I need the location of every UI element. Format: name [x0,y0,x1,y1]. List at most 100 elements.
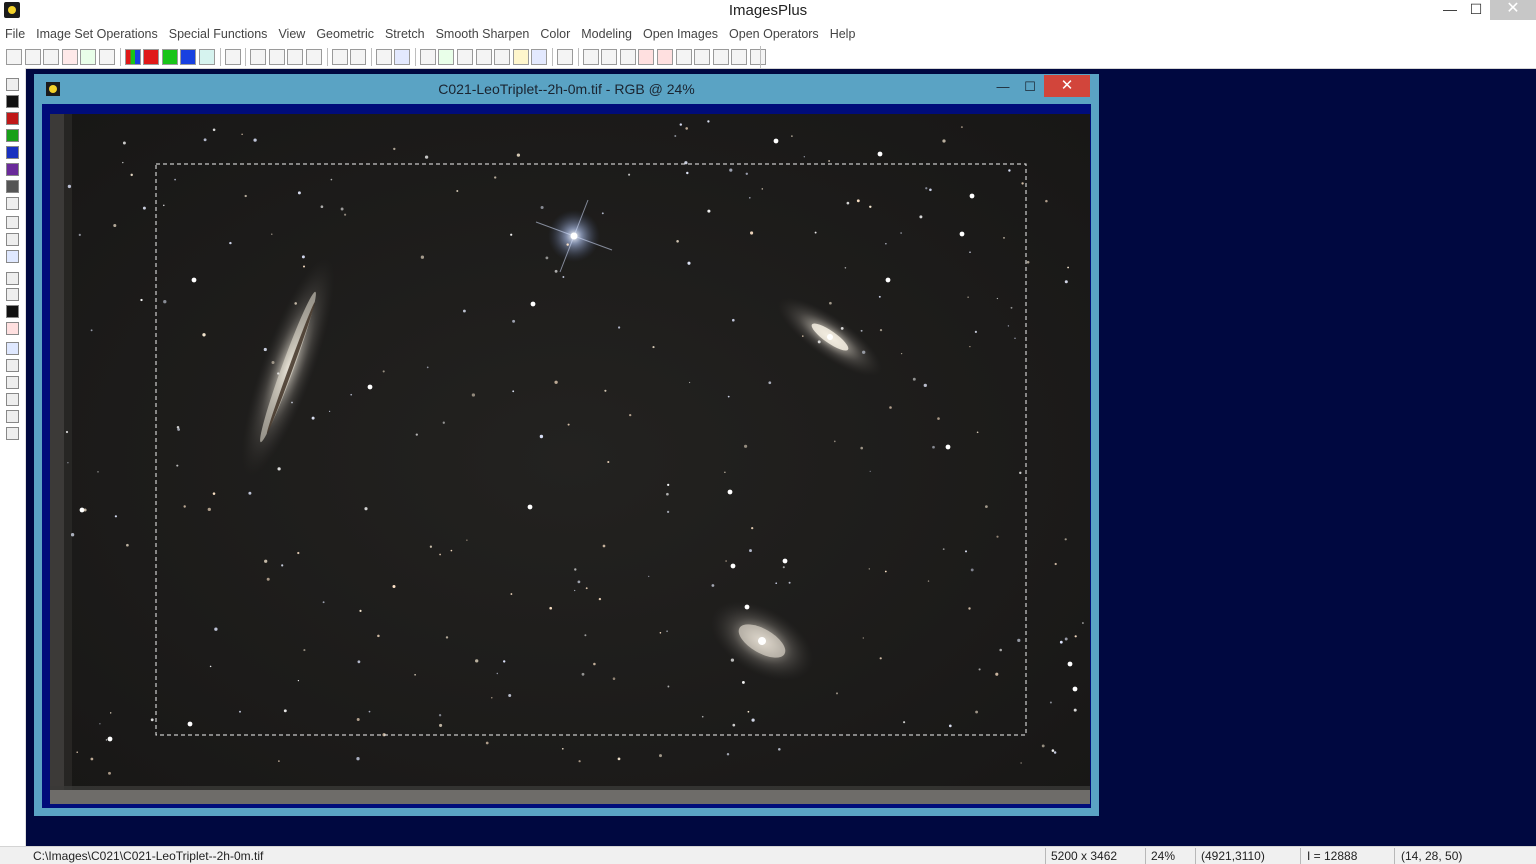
menu-file[interactable]: File [5,27,25,41]
up-arrow-icon[interactable] [6,359,19,372]
save-icon[interactable] [43,49,60,65]
undo-icon[interactable] [224,49,241,65]
star [974,330,978,334]
zoom-in-icon[interactable] [601,49,618,65]
red-black-icon[interactable] [6,112,19,125]
select-r-icon[interactable] [6,322,19,335]
star [959,231,965,237]
star [209,665,212,668]
redo-red-icon[interactable] [287,49,304,65]
gradient-icon[interactable] [6,233,19,246]
red-blue-icon[interactable] [6,163,19,176]
menu-smooth-sharpen[interactable]: Smooth Sharpen [436,27,530,41]
close-green-x-icon[interactable] [80,49,97,65]
frame-icon-3[interactable] [712,49,729,65]
print-icon[interactable] [98,49,115,65]
right-arrow-icon[interactable] [6,376,19,389]
star [344,213,347,216]
red-channel-icon[interactable] [143,49,160,65]
star [429,545,433,548]
rotate-right-icon[interactable] [6,410,19,423]
zoom-plus-icon[interactable] [638,49,655,65]
table-icon[interactable] [531,49,548,65]
open-folder-icon[interactable] [24,49,41,65]
black-icon[interactable] [6,95,19,108]
redo-disabled-icon[interactable] [250,49,267,65]
star [969,345,971,348]
columns-icon[interactable] [6,288,19,301]
blue-channel-icon[interactable] [180,49,197,65]
crop-icon[interactable] [6,272,19,285]
image-window-title-bar[interactable]: C021-LeoTriplet--2h-0m.tif - RGB @ 24% —… [34,74,1099,104]
menu-view[interactable]: View [278,27,305,41]
dotted-line-icon[interactable] [350,49,367,65]
astro-image-canvas[interactable] [50,114,1090,804]
circle-select-icon[interactable] [305,49,322,65]
menu-special-functions[interactable]: Special Functions [169,27,268,41]
crosshair-icon[interactable] [457,49,474,65]
copy-icon[interactable] [6,427,19,440]
zoom-icon[interactable] [557,49,574,65]
frame-small-icon[interactable] [749,49,766,65]
undo-red-icon[interactable] [268,49,285,65]
histogram-icon[interactable] [394,49,411,65]
gray-black-icon[interactable] [6,180,19,193]
star [1064,280,1068,284]
star [884,570,887,573]
move-icon[interactable] [6,342,19,355]
minimize-button[interactable]: — [1436,0,1464,20]
frame-icon-2[interactable] [694,49,711,65]
image-maximize-button[interactable]: ☐ [1017,78,1043,98]
add-plus-icon[interactable] [438,49,455,65]
menu-stretch[interactable]: Stretch [385,27,425,41]
image-info-icon[interactable] [198,49,215,65]
zoom-minus-icon[interactable] [657,49,673,65]
star [426,366,429,369]
new-file-icon[interactable] [6,49,22,65]
menu-open-images[interactable]: Open Images [643,27,718,41]
zoom-out-icon[interactable] [582,49,599,65]
star [510,593,513,595]
green-channel-icon[interactable] [161,49,178,65]
black-bar-icon[interactable] [6,305,19,318]
close-button[interactable]: ✕ [1490,0,1536,20]
rotate-left-icon[interactable] [6,393,19,406]
close-red-x-icon[interactable] [61,49,78,65]
star-icon[interactable] [6,250,19,263]
status-divider [1195,848,1196,864]
save-icon[interactable] [6,78,19,91]
status-intensity: I = 12888 [1307,849,1358,863]
menu-color[interactable]: Color [540,27,570,41]
star [202,333,206,337]
menu-image-set-operations[interactable]: Image Set Operations [36,27,158,41]
menu-open-operators[interactable]: Open Operators [729,27,819,41]
frame-icon-4[interactable] [731,49,748,65]
gamma-icon[interactable] [6,216,19,229]
zoom-fit-icon[interactable] [619,49,636,65]
star [667,685,670,688]
circle-select-red-icon[interactable] [331,49,348,65]
pencil-icon[interactable] [512,49,529,65]
star [356,718,360,721]
star [701,715,704,718]
image-window[interactable]: C021-LeoTriplet--2h-0m.tif - RGB @ 24% —… [34,74,1099,816]
rgb-channels-icon[interactable] [124,49,141,65]
menu-help[interactable]: Help [830,27,856,41]
grid-icon[interactable] [475,49,492,65]
green-black-icon[interactable] [6,129,19,142]
white-black-icon[interactable] [6,197,19,210]
scatter-icon[interactable] [375,49,392,65]
curves-icon[interactable] [419,49,436,65]
menu-modeling[interactable]: Modeling [581,27,632,41]
star [942,139,946,143]
star [99,723,101,725]
image-close-button[interactable]: ✕ [1044,75,1090,97]
frame-icon[interactable] [675,49,692,65]
picture-icon[interactable] [494,49,511,65]
blue-black-icon[interactable] [6,146,19,159]
menu-geometric[interactable]: Geometric [316,27,374,41]
maximize-button[interactable]: ☐ [1462,0,1490,20]
image-minimize-button[interactable]: — [990,78,1016,98]
star [126,543,129,547]
star [122,141,126,145]
